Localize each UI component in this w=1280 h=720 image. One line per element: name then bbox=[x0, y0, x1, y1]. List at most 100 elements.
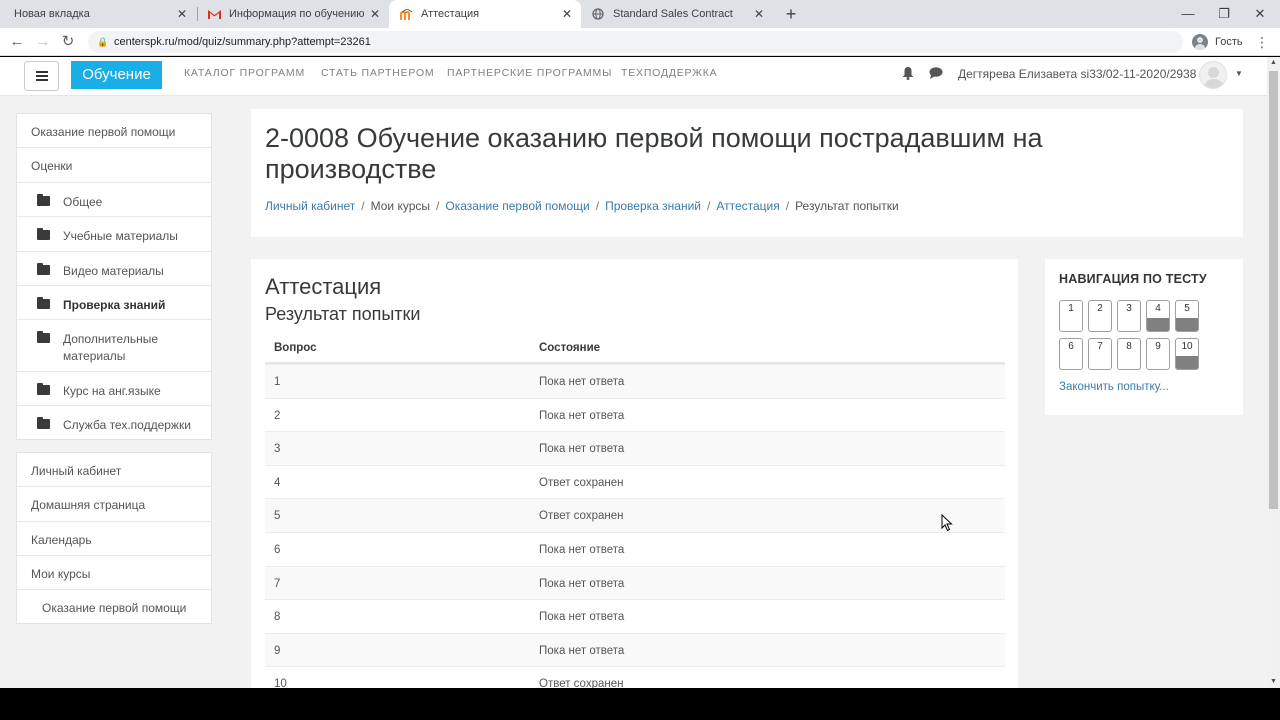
minimize-icon[interactable]: — bbox=[1176, 4, 1200, 24]
question-number[interactable]: 4 bbox=[274, 477, 280, 489]
forward-arrow-icon[interactable]: → bbox=[33, 32, 53, 52]
drawer-item-my-courses[interactable]: Мои курсы bbox=[17, 556, 211, 590]
breadcrumb-quiz[interactable]: Аттестация bbox=[716, 199, 779, 213]
drawer-item-label: Домашняя страница bbox=[31, 498, 146, 512]
drawer-item-knowledge-check[interactable]: Проверка знаний bbox=[17, 286, 211, 320]
finish-attempt-link[interactable]: Закончить попытку... bbox=[1059, 381, 1169, 393]
browser-tab-gmail[interactable]: Информация по обучению ОО ✕ bbox=[197, 0, 389, 28]
question-number[interactable]: 1 bbox=[274, 376, 280, 388]
nav-link-catalog[interactable]: КАТАЛОГ ПРОГРАММ bbox=[184, 67, 305, 79]
breadcrumb-separator: / bbox=[707, 199, 711, 213]
scroll-down-icon[interactable]: ▼ bbox=[1267, 676, 1280, 688]
breadcrumb-section[interactable]: Проверка знаний bbox=[605, 199, 701, 213]
close-icon[interactable]: ✕ bbox=[751, 7, 767, 21]
scroll-up-icon[interactable]: ▲ bbox=[1267, 57, 1280, 69]
close-icon[interactable]: ✕ bbox=[174, 7, 190, 21]
more-vert-icon[interactable]: ⋮ bbox=[1255, 32, 1269, 52]
question-status: Пока нет ответа bbox=[539, 577, 625, 590]
restore-icon[interactable]: ❐ bbox=[1212, 4, 1236, 24]
back-arrow-icon[interactable]: ← bbox=[7, 32, 27, 52]
drawer-toggle-button[interactable] bbox=[24, 61, 59, 91]
chevron-down-icon[interactable]: ▼ bbox=[1235, 69, 1243, 78]
chat-icon[interactable] bbox=[929, 67, 943, 81]
drawer-item-first-aid-course[interactable]: Оказание первой помощи bbox=[17, 590, 211, 624]
profile-button[interactable]: Гость bbox=[1192, 32, 1243, 52]
browser-tab-sales-contract[interactable]: Standard Sales Contract ✕ bbox=[581, 0, 773, 28]
table-row[interactable]: 4 Ответ сохранен bbox=[265, 464, 1005, 499]
quiz-nav-button-1[interactable]: 1 bbox=[1059, 300, 1083, 332]
drawer-item-course[interactable]: Оказание первой помощи bbox=[17, 114, 211, 148]
drawer-course-nav: Оказание первой помощи Оценки Общее Учеб… bbox=[16, 113, 212, 440]
browser-tab-new[interactable]: Новая вкладка ✕ bbox=[0, 0, 196, 28]
quiz-nav-button-8[interactable]: 8 bbox=[1117, 338, 1141, 370]
drawer-item-calendar[interactable]: Календарь bbox=[17, 522, 211, 556]
breadcrumb-dashboard[interactable]: Личный кабинет bbox=[265, 199, 355, 213]
table-row[interactable]: 2 Пока нет ответа bbox=[265, 397, 1005, 432]
column-header-question: Вопрос bbox=[274, 342, 317, 354]
folder-icon bbox=[37, 297, 50, 309]
quiz-nav-button-3[interactable]: 3 bbox=[1117, 300, 1141, 332]
lock-icon: 🔒 bbox=[97, 37, 109, 47]
quiz-nav-button-10[interactable]: 10 bbox=[1175, 338, 1199, 370]
question-number[interactable]: 5 bbox=[274, 510, 280, 522]
quiz-nav-button-4[interactable]: 4 bbox=[1146, 300, 1170, 332]
question-number[interactable]: 6 bbox=[274, 544, 280, 556]
url-input[interactable]: 🔒 centerspk.ru/mod/quiz/summary.php?atte… bbox=[88, 31, 1183, 53]
window-close-icon[interactable]: ✕ bbox=[1248, 4, 1272, 24]
drawer-item-tech-support[interactable]: Служба тех.поддержки bbox=[17, 406, 211, 440]
question-number[interactable]: 3 bbox=[274, 443, 280, 455]
question-number[interactable]: 10 bbox=[274, 678, 287, 688]
drawer-item-grades[interactable]: Оценки bbox=[17, 148, 211, 183]
drawer-item-additional-materials[interactable]: Дополнительные материалы bbox=[17, 320, 211, 372]
tab-title: Аттестация bbox=[421, 8, 480, 20]
table-row[interactable]: 3 Пока нет ответа bbox=[265, 431, 1005, 465]
drawer-item-dashboard[interactable]: Личный кабинет bbox=[17, 453, 211, 487]
question-number[interactable]: 2 bbox=[274, 410, 280, 422]
close-icon[interactable]: ✕ bbox=[367, 7, 383, 21]
scrollbar-thumb[interactable] bbox=[1269, 71, 1278, 509]
table-row[interactable]: 7 Пока нет ответа bbox=[265, 565, 1005, 600]
drawer-item-general[interactable]: Общее bbox=[17, 183, 211, 217]
tab-title: Информация по обучению ОО bbox=[229, 8, 367, 20]
drawer-item-label: Учебные материалы bbox=[63, 229, 178, 243]
close-icon[interactable]: ✕ bbox=[559, 7, 575, 21]
nav-link-partner[interactable]: СТАТЬ ПАРТНЕРОМ bbox=[321, 67, 434, 79]
quiz-nav-number: 2 bbox=[1097, 303, 1103, 314]
question-status: Ответ сохранен bbox=[539, 510, 624, 523]
drawer-item-video-materials[interactable]: Видео материалы bbox=[17, 252, 211, 286]
question-number[interactable]: 7 bbox=[274, 578, 280, 590]
nav-link-partner-programs[interactable]: ПАРТНЕРСКИЕ ПРОГРАММЫ bbox=[447, 67, 612, 79]
table-row[interactable]: 6 Пока нет ответа bbox=[265, 531, 1005, 566]
table-row[interactable]: 9 Пока нет ответа bbox=[265, 632, 1005, 667]
table-row[interactable]: 1 Пока нет ответа bbox=[265, 364, 1005, 398]
quiz-nav-button-2[interactable]: 2 bbox=[1088, 300, 1112, 332]
table-row[interactable]: 8 Пока нет ответа bbox=[265, 599, 1005, 633]
user-name[interactable]: Дегтярева Елизавета si33/02-11-2020/2938 bbox=[958, 67, 1196, 81]
drawer-item-label: Служба тех.поддержки bbox=[63, 418, 191, 432]
question-number[interactable]: 9 bbox=[274, 645, 280, 657]
nav-link-support[interactable]: ТЕХПОДДЕРЖКА bbox=[621, 67, 717, 79]
bell-icon[interactable] bbox=[901, 67, 915, 81]
table-row[interactable]: 10 Ответ сохранен bbox=[265, 666, 1005, 688]
browser-tab-attestation[interactable]: Аттестация ✕ bbox=[389, 0, 581, 28]
drawer-item-label: Видео материалы bbox=[63, 264, 164, 278]
url-text: centerspk.ru/mod/quiz/summary.php?attemp… bbox=[114, 36, 371, 48]
question-number[interactable]: 8 bbox=[274, 611, 280, 623]
quiz-nav-number: 1 bbox=[1068, 303, 1074, 314]
quiz-nav-button-7[interactable]: 7 bbox=[1088, 338, 1112, 370]
breadcrumb-course[interactable]: Оказание первой помощи bbox=[445, 199, 589, 213]
quiz-nav-button-9[interactable]: 9 bbox=[1146, 338, 1170, 370]
quiz-nav-button-6[interactable]: 6 bbox=[1059, 338, 1083, 370]
drawer-item-home[interactable]: Домашняя страница bbox=[17, 487, 211, 522]
page-scrollbar[interactable]: ▲ ▼ bbox=[1267, 57, 1280, 688]
drawer-item-study-materials[interactable]: Учебные материалы bbox=[17, 217, 211, 252]
site-brand[interactable]: Обучение bbox=[71, 61, 162, 89]
reload-icon[interactable]: ↻ bbox=[58, 32, 78, 52]
folder-icon bbox=[37, 263, 50, 275]
drawer-item-label: Общее bbox=[63, 195, 103, 209]
table-row[interactable]: 5 Ответ сохранен bbox=[265, 498, 1005, 532]
quiz-nav-button-5[interactable]: 5 bbox=[1175, 300, 1199, 332]
new-tab-button[interactable]: + bbox=[781, 4, 801, 24]
user-avatar[interactable] bbox=[1199, 61, 1227, 89]
drawer-item-english-course[interactable]: Курс на анг.языке bbox=[17, 372, 211, 406]
